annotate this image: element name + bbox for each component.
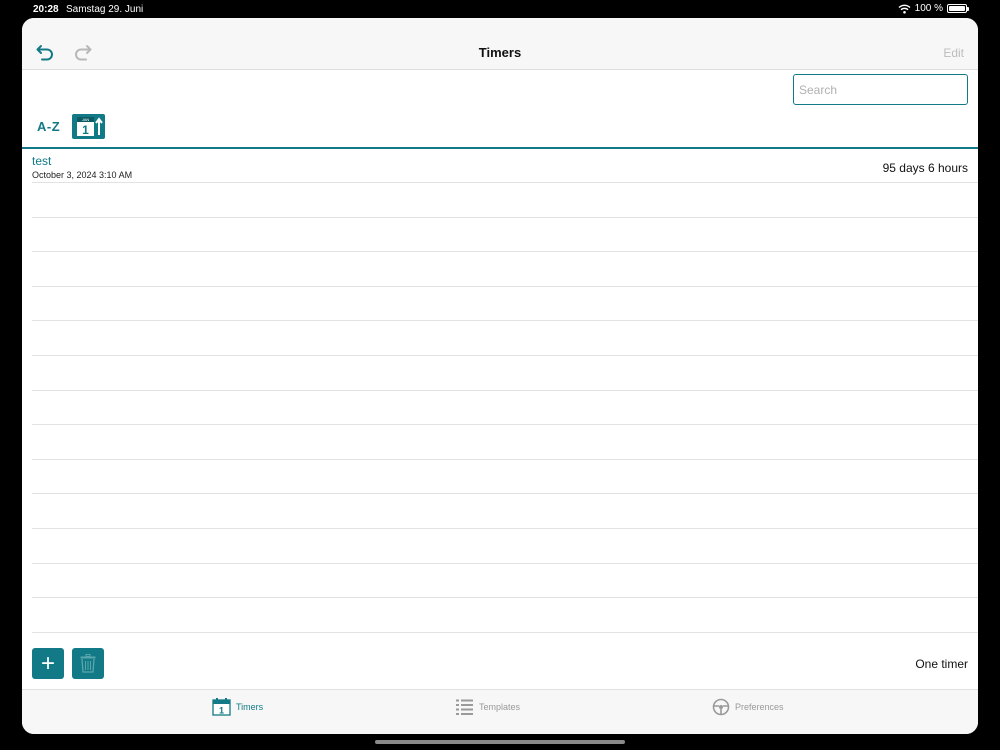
tab-templates-label: Templates — [479, 702, 521, 712]
app-window: Timers Edit A-Z JAN 1 test October 3, 202… — [22, 18, 978, 734]
list-item[interactable] — [32, 459, 978, 495]
calendar-sort-icon: JAN 1 — [77, 117, 103, 137]
timer-date: October 3, 2024 3:10 AM — [32, 170, 133, 180]
steering-wheel-icon — [712, 698, 730, 716]
timer-count: One timer — [915, 657, 968, 671]
calendar-icon-day: 1 — [219, 706, 224, 716]
list-item[interactable] — [32, 286, 978, 322]
list-item[interactable] — [32, 598, 978, 633]
status-indicators: 100 % — [898, 3, 969, 14]
tab-templates[interactable]: Templates — [455, 698, 520, 716]
list-item[interactable] — [32, 529, 978, 564]
list-icon — [456, 699, 473, 715]
list-item[interactable]: test October 3, 2024 3:10 AM 95 days 6 hou… — [32, 148, 978, 183]
timer-duration: 95 days 6 hours — [882, 161, 968, 175]
list-item[interactable] — [32, 356, 978, 391]
wifi-icon — [898, 4, 911, 14]
list-item[interactable] — [32, 183, 978, 218]
sort-by-date-button[interactable]: JAN 1 — [72, 114, 105, 139]
status-bar: 20:28 Samstag 29. Juni 100 % — [0, 0, 1000, 18]
tab-preferences[interactable]: Preferences — [712, 698, 784, 716]
battery-icon — [947, 4, 969, 13]
list-item[interactable] — [32, 321, 978, 356]
calendar-sort-day: 1 — [82, 123, 89, 137]
sort-alphabetical-button[interactable]: A-Z — [37, 119, 60, 134]
tab-preferences-label: Preferences — [735, 702, 784, 712]
trash-icon — [80, 654, 96, 673]
tab-timers-label: Timers — [236, 702, 264, 712]
search-input[interactable] — [793, 74, 968, 105]
calendar-sort-month: JAN — [82, 117, 90, 122]
battery-percent: 100 % — [914, 3, 943, 14]
plus-icon: + — [40, 649, 55, 677]
status-time: 20:28 — [33, 4, 59, 15]
page-title: Timers — [478, 45, 522, 60]
timer-name: test — [32, 154, 52, 168]
add-timer-button[interactable]: + — [32, 648, 64, 679]
list-item[interactable] — [32, 563, 978, 599]
home-indicator — [375, 740, 625, 744]
navigation-bar: Timers Edit — [22, 18, 978, 70]
list-item[interactable] — [32, 390, 978, 426]
tab-bar: 1 Timers Templates Preferences — [22, 689, 978, 734]
list-item[interactable] — [32, 217, 978, 253]
calendar-icon: 1 — [212, 698, 231, 716]
tab-timers[interactable]: 1 Timers — [212, 698, 263, 716]
status-date: Samstag 29. Juni — [66, 4, 144, 15]
edit-button[interactable]: Edit — [943, 46, 964, 60]
list-item[interactable] — [32, 425, 978, 460]
list-item[interactable] — [32, 494, 978, 529]
list-item[interactable] — [32, 252, 978, 287]
delete-timer-button[interactable] — [72, 648, 104, 679]
